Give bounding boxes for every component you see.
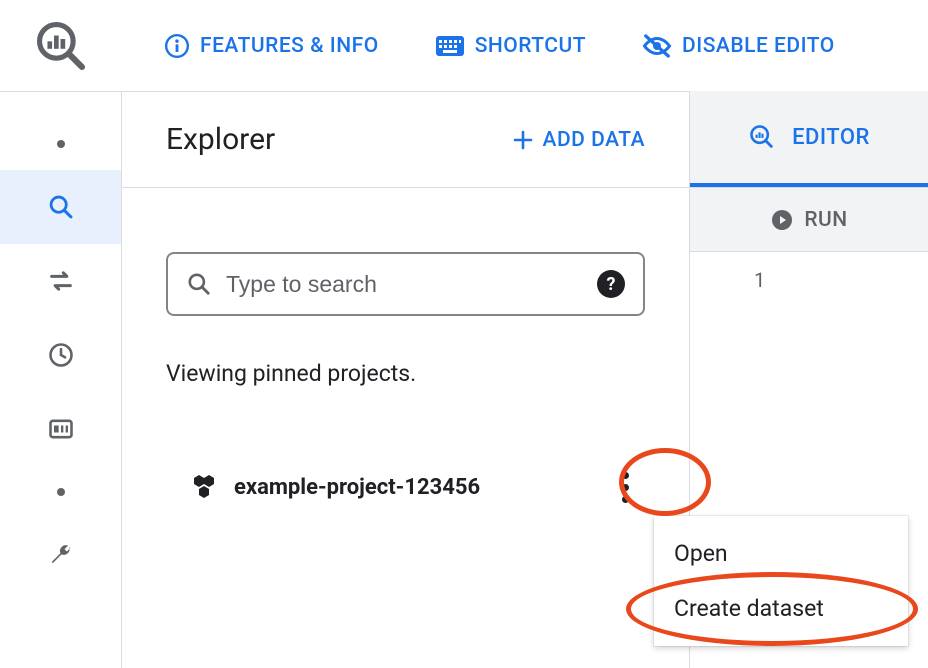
bigquery-logo-icon [33, 18, 89, 74]
rail-scheduled[interactable] [0, 392, 121, 466]
rail-dot-2[interactable] [0, 466, 121, 518]
search-wrap: ? [122, 188, 689, 316]
wrench-icon [47, 541, 75, 569]
project-name: example-project-123456 [234, 475, 480, 500]
project-icon [190, 474, 218, 500]
shortcut-button[interactable]: SHORTCUT [435, 34, 586, 58]
shortcut-label: SHORTCUT [475, 34, 586, 58]
features-info-button[interactable]: FEATURES & INFO [164, 33, 379, 59]
dot-icon [57, 140, 65, 148]
project-actions-button[interactable] [605, 467, 645, 507]
dot-icon [57, 488, 65, 496]
keyboard-icon [435, 35, 465, 57]
visibility-off-icon [642, 33, 672, 59]
transfer-icon [47, 267, 75, 295]
menu-item-open[interactable]: Open [654, 526, 908, 581]
project-left: example-project-123456 [190, 474, 480, 500]
run-label: RUN [804, 208, 847, 232]
project-row[interactable]: example-project-123456 [122, 463, 689, 511]
explorer-panel: Explorer ADD DATA ? Viewing pinned proje… [122, 92, 690, 668]
nav-rail [0, 92, 122, 668]
rail-dot-1[interactable] [0, 118, 121, 170]
add-data-label: ADD DATA [543, 128, 645, 152]
kebab-icon [622, 472, 629, 503]
editor-tab-label: EDITOR [792, 125, 870, 150]
info-icon [164, 33, 190, 59]
top-actions: FEATURES & INFO SHORTCUT [122, 33, 835, 59]
search-icon [186, 271, 212, 297]
search-icon [47, 193, 75, 221]
clock-icon [47, 341, 75, 369]
scheduled-icon [47, 415, 75, 443]
play-icon [770, 208, 794, 232]
search-box[interactable]: ? [166, 252, 645, 316]
rail-history[interactable] [0, 318, 121, 392]
menu-item-create-dataset[interactable]: Create dataset [654, 581, 908, 636]
query-icon [748, 123, 776, 151]
add-data-button[interactable]: ADD DATA [511, 128, 645, 152]
disable-editor-button[interactable]: DISABLE EDITO [642, 33, 835, 59]
rail-settings[interactable] [0, 518, 121, 592]
features-info-label: FEATURES & INFO [200, 34, 379, 58]
explorer-header: Explorer ADD DATA [122, 92, 689, 188]
logo-cell [0, 0, 122, 92]
search-input[interactable] [226, 271, 583, 298]
pinned-message: Viewing pinned projects. [122, 316, 689, 387]
top-bar: FEATURES & INFO SHORTCUT [0, 0, 928, 92]
run-button[interactable]: RUN [690, 188, 928, 252]
disable-editor-label: DISABLE EDITO [682, 34, 835, 58]
rail-transfers[interactable] [0, 244, 121, 318]
rail-search[interactable] [0, 170, 121, 244]
explorer-title: Explorer [166, 122, 275, 157]
editor-tab-row: EDITOR [690, 92, 928, 188]
context-menu: Open Create dataset [654, 516, 908, 646]
help-icon[interactable]: ? [597, 270, 625, 298]
plus-icon [511, 128, 535, 152]
editor-tab[interactable]: EDITOR [690, 91, 928, 187]
line-number: 1 [754, 268, 765, 292]
